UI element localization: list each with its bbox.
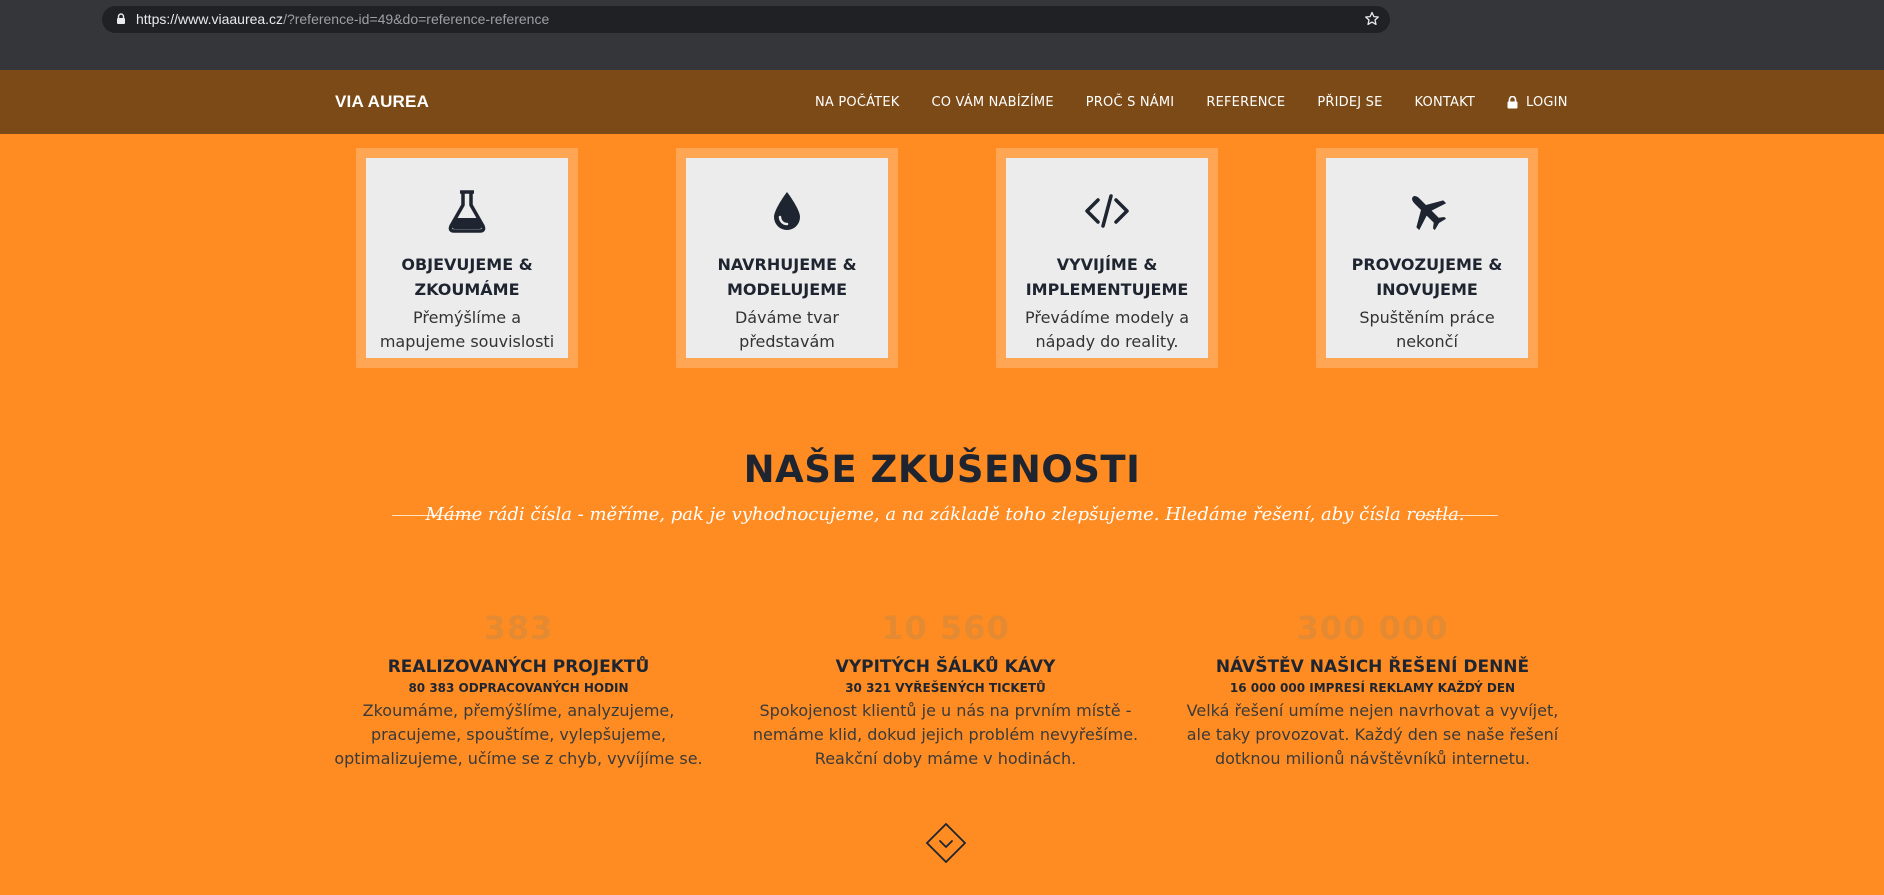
stat-sublabel: 80 383 ODPRACOVANÝCH HODIN — [408, 681, 629, 695]
divider-right — [1418, 515, 1498, 516]
feature-card-operate: PROVOZUJEME & INOVUJEME Spuštěním práce … — [1316, 148, 1538, 368]
login-label: LOGIN — [1525, 94, 1568, 110]
url-host: https://www.viaaurea.cz — [136, 11, 284, 27]
nav-item-reference[interactable]: REFERENCE — [1206, 95, 1285, 110]
section-subtitle-row: Máme rádi čísla - měříme, pak je vyhodno… — [392, 502, 1498, 528]
padlock-icon — [1507, 95, 1518, 108]
stat-projects: 383 REALIZOVANÝCH PROJEKTŮ 80 383 ODPRAC… — [321, 605, 716, 771]
address-bar[interactable]: https://www.viaaurea.cz/?reference-id=49… — [102, 6, 1390, 33]
feature-card-design: NAVRHUJEME & MODELUJEME Dáváme tvar před… — [676, 148, 898, 368]
nav-item-pridej-se[interactable]: PŘIDEJ SE — [1317, 95, 1382, 110]
feature-card-text: Přemýšlíme a mapujeme souvislosti — [379, 308, 555, 351]
site-navbar: VIA AUREA NA POČÁTEK CO VÁM NABÍZÍME PRO… — [0, 70, 1884, 134]
feature-card-text: Spuštěním práce nekončí — [1359, 308, 1495, 351]
feature-card-title: NAVRHUJEME & MODELUJEME — [717, 255, 857, 299]
stat-description: Velká řešení umíme nejen navrhovat a vyv… — [1186, 701, 1559, 768]
code-icon — [1085, 194, 1129, 228]
feature-card-body: OBJEVUJEME & ZKOUMÁME Přemýšlíme a mapuj… — [366, 158, 568, 358]
nav-item-co-vam-nabizime[interactable]: CO VÁM NABÍZÍME — [931, 95, 1053, 110]
flask-icon — [448, 190, 486, 233]
stat-coffee: 10 560 VYPITÝCH ŠÁLKŮ KÁVY 30 321 VYŘEŠE… — [748, 605, 1143, 771]
url-text: https://www.viaaurea.cz/?reference-id=49… — [136, 11, 549, 27]
stat-number: 383 — [483, 609, 554, 647]
nav-menu: NA POČÁTEK CO VÁM NABÍZÍME PROČ S NÁMI R… — [815, 70, 1568, 134]
url-path: /?reference-id=49&do=reference-reference — [283, 11, 550, 27]
stat-sublabel: 30 321 VYŘEŠENÝCH TICKETŮ — [845, 681, 1046, 695]
feature-card-explore: OBJEVUJEME & ZKOUMÁME Přemýšlíme a mapuj… — [356, 148, 578, 368]
stat-visits: 300 000 NÁVŠTĚV NAŠICH ŘEŠENÍ DENNĚ 16 0… — [1175, 605, 1570, 771]
stat-sublabel: 16 000 000 IMPRESÍ REKLAMY KAŽDÝ DEN — [1229, 681, 1516, 695]
feature-card-develop: VYVIJÍME & IMPLEMENTUJEME Převádíme mode… — [996, 148, 1218, 368]
stat-number: 10 560 — [881, 609, 1010, 647]
stat-description: Spokojenost klientů je u nás na prvním m… — [752, 701, 1139, 768]
stat-label: VYPITÝCH ŠÁLKŮ KÁVY — [835, 657, 1056, 677]
nav-item-proc-s-nami[interactable]: PROČ S NÁMI — [1086, 95, 1175, 110]
browser-chrome: https://www.viaaurea.cz/?reference-id=49… — [0, 0, 1884, 70]
section-subtitle: Máme rádi čísla - měříme, pak je vyhodno… — [425, 504, 1465, 525]
scroll-down-icon[interactable] — [925, 822, 967, 864]
plane-icon — [1412, 196, 1447, 231]
feature-card-body: VYVIJÍME & IMPLEMENTUJEME Převádíme mode… — [1006, 158, 1208, 358]
stat-label: NÁVŠTĚV NAŠICH ŘEŠENÍ DENNĚ — [1215, 657, 1530, 677]
feature-card-body: PROVOZUJEME & INOVUJEME Spuštěním práce … — [1326, 158, 1528, 358]
feature-card-text: Převádíme modely a nápady do reality. — [1024, 308, 1189, 351]
feature-card-title: OBJEVUJEME & ZKOUMÁME — [401, 255, 533, 299]
nav-item-login[interactable]: LOGIN — [1507, 95, 1568, 110]
nav-item-na-pocatek[interactable]: NA POČÁTEK — [815, 95, 899, 110]
feature-card-text: Dáváme tvar představám — [734, 308, 840, 351]
section-title: NAŠE ZKUŠENOSTI — [743, 448, 1141, 491]
lock-icon — [117, 13, 125, 24]
stat-description: Zkoumáme, přemýšlíme, analyzujeme, pracu… — [334, 701, 703, 768]
feature-card-title: PROVOZUJEME & INOVUJEME — [1351, 255, 1503, 299]
brand-logo[interactable]: VIA AUREA — [335, 92, 429, 112]
bookmark-star-icon[interactable] — [1364, 11, 1380, 27]
feature-card-title: VYVIJÍME & IMPLEMENTUJEME — [1025, 255, 1189, 299]
drop-icon — [774, 192, 800, 230]
feature-card-body: NAVRHUJEME & MODELUJEME Dáváme tvar před… — [686, 158, 888, 358]
stat-number: 300 000 — [1296, 609, 1449, 647]
nav-item-kontakt[interactable]: KONTAKT — [1415, 95, 1475, 110]
stat-label: REALIZOVANÝCH PROJEKTŮ — [387, 657, 650, 677]
